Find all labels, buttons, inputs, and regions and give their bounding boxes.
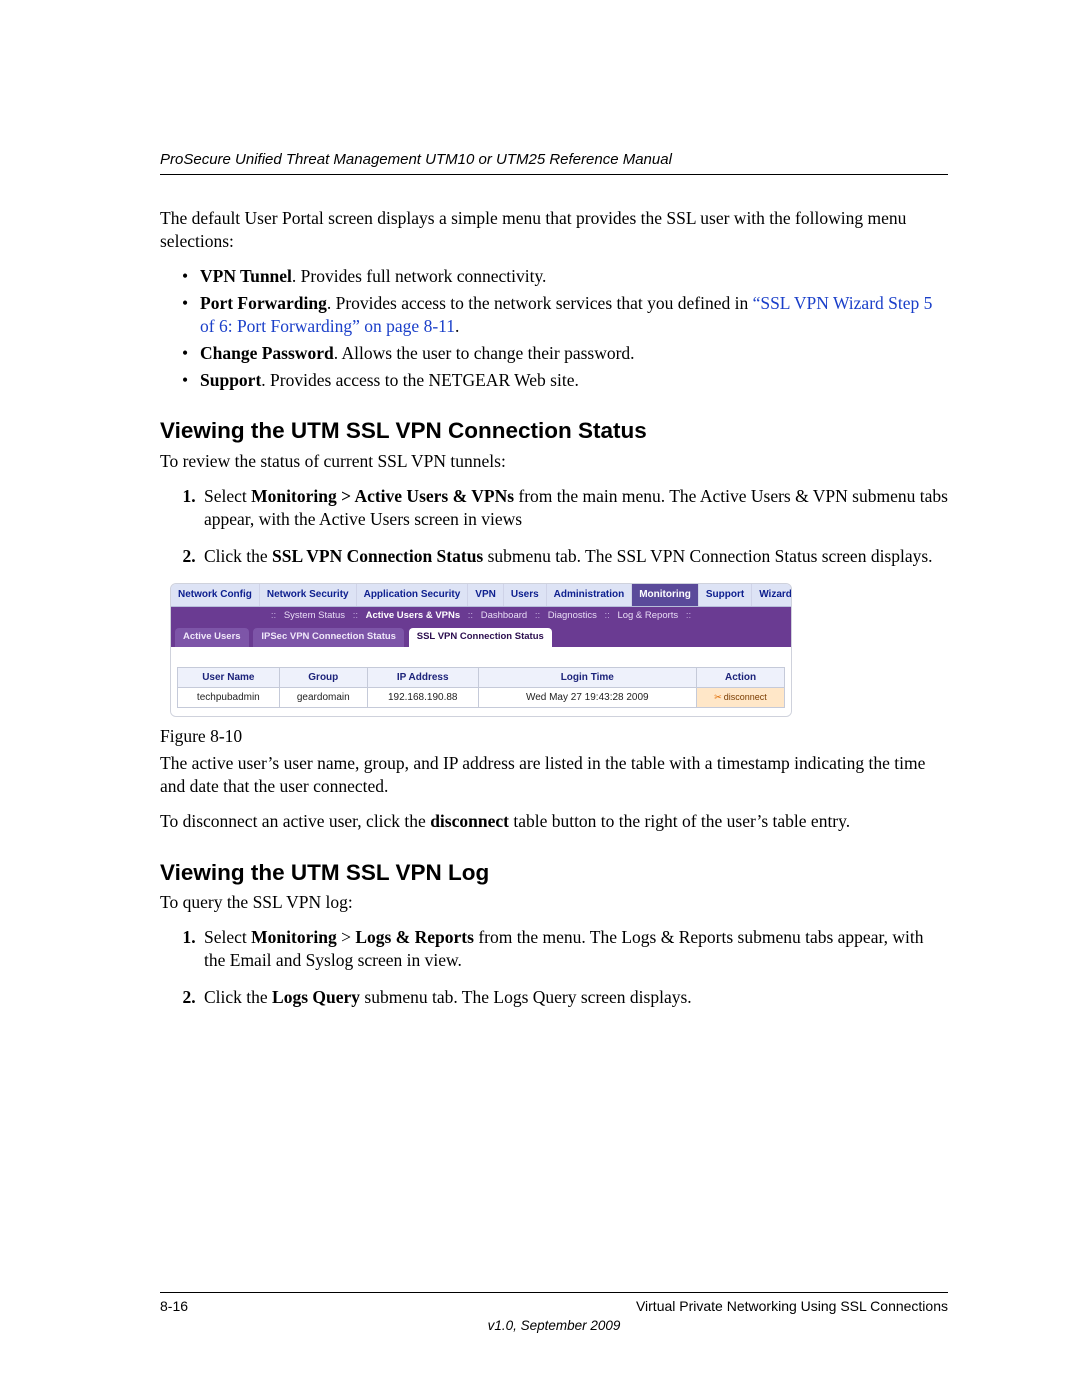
steps-list: Select Monitoring > Logs & Reports from … <box>160 926 948 1009</box>
nav-item[interactable]: Wizards <box>752 584 792 606</box>
list-item: VPN Tunnel. Provides full network connec… <box>200 265 948 288</box>
sub-nav: :: System Status :: Active Users & VPNs … <box>171 607 791 626</box>
step-item: Click the SSL VPN Connection Status subm… <box>200 545 948 568</box>
version-line: v1.0, September 2009 <box>160 1317 948 1335</box>
col-header: Action <box>697 667 785 687</box>
cell-ip: 192.168.190.88 <box>367 687 478 707</box>
disconnect-label: disconnect <box>724 692 767 702</box>
step-item: Click the Logs Query submenu tab. The Lo… <box>200 986 948 1009</box>
status-table: User Name Group IP Address Login Time Ac… <box>177 667 785 708</box>
item-label: VPN Tunnel <box>200 266 292 286</box>
nav-item[interactable]: Network Config <box>171 584 260 606</box>
subnav-item[interactable]: System Status <box>279 610 350 621</box>
tab-active[interactable]: SSL VPN Connection Status <box>409 628 552 647</box>
step-bold: Logs & Reports <box>355 927 474 947</box>
post-figure-para: The active user’s user name, group, and … <box>160 752 948 798</box>
step-text: > <box>337 927 356 947</box>
table-header-row: User Name Group IP Address Login Time Ac… <box>178 667 785 687</box>
col-header: Group <box>279 667 367 687</box>
tab-bar: Active Users IPSec VPN Connection Status… <box>171 625 791 647</box>
tab[interactable]: Active Users <box>175 628 249 647</box>
item-label: Change Password <box>200 343 334 363</box>
step-text: Click the <box>204 546 272 566</box>
figure-screenshot: Network Config Network Security Applicat… <box>170 583 792 718</box>
figure-caption: Figure 8-10 <box>160 725 948 748</box>
page-number: 8-16 <box>160 1297 188 1315</box>
col-header: User Name <box>178 667 280 687</box>
status-table-wrap: User Name Group IP Address Login Time Ac… <box>171 647 791 716</box>
disconnect-button[interactable]: ✂disconnect <box>697 687 785 707</box>
nav-item[interactable]: Users <box>504 584 547 606</box>
page-footer: 8-16 Virtual Private Networking Using SS… <box>160 1292 948 1315</box>
steps-list: Select Monitoring > Active Users & VPNs … <box>160 485 948 568</box>
item-tail: . <box>455 316 459 336</box>
nav-item[interactable]: Network Security <box>260 584 357 606</box>
text: To disconnect an active user, click the <box>160 811 430 831</box>
item-desc: . Allows the user to change their passwo… <box>334 343 635 363</box>
disconnect-icon: ✂ <box>714 692 722 702</box>
cell-username: techpubadmin <box>178 687 280 707</box>
step-bold: Logs Query <box>272 987 360 1007</box>
item-label: Support <box>200 370 261 390</box>
step-bold: SSL VPN Connection Status <box>272 546 483 566</box>
section-heading: Viewing the UTM SSL VPN Log <box>160 858 948 888</box>
top-nav: Network Config Network Security Applicat… <box>171 584 791 607</box>
post-figure-para: To disconnect an active user, click the … <box>160 810 948 833</box>
col-header: Login Time <box>478 667 697 687</box>
list-item: Change Password. Allows the user to chan… <box>200 342 948 365</box>
document-page: ProSecure Unified Threat Management UTM1… <box>0 0 1080 1397</box>
step-text: Select <box>204 486 251 506</box>
section-heading: Viewing the UTM SSL VPN Connection Statu… <box>160 416 948 446</box>
item-desc: . Provides access to the NETGEAR Web sit… <box>261 370 579 390</box>
col-header: IP Address <box>367 667 478 687</box>
subnav-item[interactable]: Dashboard <box>476 610 532 621</box>
step-item: Select Monitoring > Logs & Reports from … <box>200 926 948 972</box>
step-bold: Monitoring <box>251 927 337 947</box>
table-row: techpubadmin geardomain 192.168.190.88 W… <box>178 687 785 707</box>
nav-item[interactable]: Support <box>699 584 752 606</box>
subnav-item-selected[interactable]: Active Users & VPNs <box>361 610 466 621</box>
nav-item[interactable]: Administration <box>547 584 633 606</box>
section-lead: To query the SSL VPN log: <box>160 891 948 914</box>
bold-text: disconnect <box>430 811 509 831</box>
item-desc: . Provides access to the network service… <box>327 293 753 313</box>
nav-item[interactable]: Application Security <box>357 584 469 606</box>
cell-group: geardomain <box>279 687 367 707</box>
step-text: Select <box>204 927 251 947</box>
step-text: submenu tab. The Logs Query screen displ… <box>360 987 692 1007</box>
nav-item[interactable]: VPN <box>468 584 504 606</box>
subnav-item[interactable]: Diagnostics <box>543 610 602 621</box>
step-text: submenu tab. The SSL VPN Connection Stat… <box>483 546 932 566</box>
nav-item-selected[interactable]: Monitoring <box>632 584 699 606</box>
item-desc: . Provides full network connectivity. <box>292 266 547 286</box>
cell-login-time: Wed May 27 19:43:28 2009 <box>478 687 697 707</box>
step-bold: Monitoring > Active Users & VPNs <box>251 486 514 506</box>
intro-paragraph: The default User Portal screen displays … <box>160 207 948 253</box>
portal-menu-list: VPN Tunnel. Provides full network connec… <box>160 265 948 392</box>
step-text: Click the <box>204 987 272 1007</box>
tab[interactable]: IPSec VPN Connection Status <box>253 628 404 647</box>
section-lead: To review the status of current SSL VPN … <box>160 450 948 473</box>
chapter-title: Virtual Private Networking Using SSL Con… <box>636 1297 948 1315</box>
subnav-item[interactable]: Log & Reports <box>612 610 683 621</box>
running-header: ProSecure Unified Threat Management UTM1… <box>160 150 948 175</box>
item-label: Port Forwarding <box>200 293 327 313</box>
list-item: Support. Provides access to the NETGEAR … <box>200 369 948 392</box>
step-item: Select Monitoring > Active Users & VPNs … <box>200 485 948 531</box>
text: table button to the right of the user’s … <box>509 811 850 831</box>
list-item: Port Forwarding. Provides access to the … <box>200 292 948 338</box>
